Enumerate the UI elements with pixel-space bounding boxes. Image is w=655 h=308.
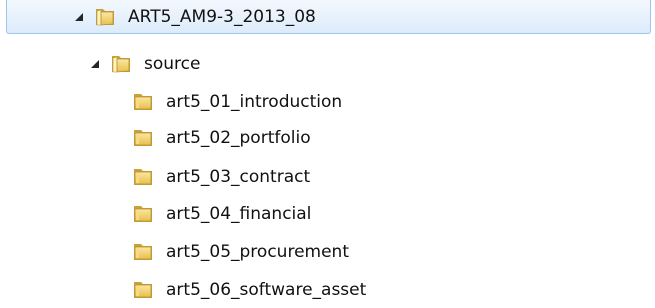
folder-tree: ART5_AM9-3_2013_08 source art5_01_introd… — [0, 0, 655, 308]
folder-icon — [132, 166, 154, 188]
tree-node-folder[interactable]: art5_04_financial — [0, 197, 311, 231]
collapse-arrow-icon[interactable] — [74, 12, 84, 22]
folder-icon — [132, 279, 154, 301]
tree-node-label: art5_03_contract — [166, 167, 311, 187]
tree-node-root[interactable]: ART5_AM9-3_2013_08 — [6, 0, 651, 34]
tree-node-label: art5_02_portfolio — [166, 128, 311, 148]
folder-open-icon — [94, 6, 116, 28]
tree-node-folder[interactable]: art5_05_procurement — [0, 235, 349, 269]
tree-node-source[interactable]: source — [0, 47, 200, 81]
tree-node-folder[interactable]: art5_01_introduction — [0, 85, 342, 119]
folder-icon — [132, 127, 154, 149]
folder-icon — [132, 241, 154, 263]
tree-node-label: source — [144, 54, 201, 74]
tree-node-label: art5_05_procurement — [166, 242, 349, 262]
tree-node-label: art5_04_financial — [166, 204, 312, 224]
tree-node-label: ART5_AM9-3_2013_08 — [128, 6, 316, 27]
folder-icon — [132, 203, 154, 225]
tree-node-folder[interactable]: art5_06_software_asset — [0, 273, 366, 307]
tree-node-label: art5_06_software_asset — [166, 280, 367, 300]
folder-open-icon — [110, 53, 132, 75]
folder-icon — [132, 91, 154, 113]
tree-node-folder[interactable]: art5_03_contract — [0, 160, 310, 194]
collapse-arrow-icon[interactable] — [90, 59, 100, 69]
tree-node-folder[interactable]: art5_02_portfolio — [0, 121, 311, 155]
tree-node-label: art5_01_introduction — [166, 92, 343, 112]
